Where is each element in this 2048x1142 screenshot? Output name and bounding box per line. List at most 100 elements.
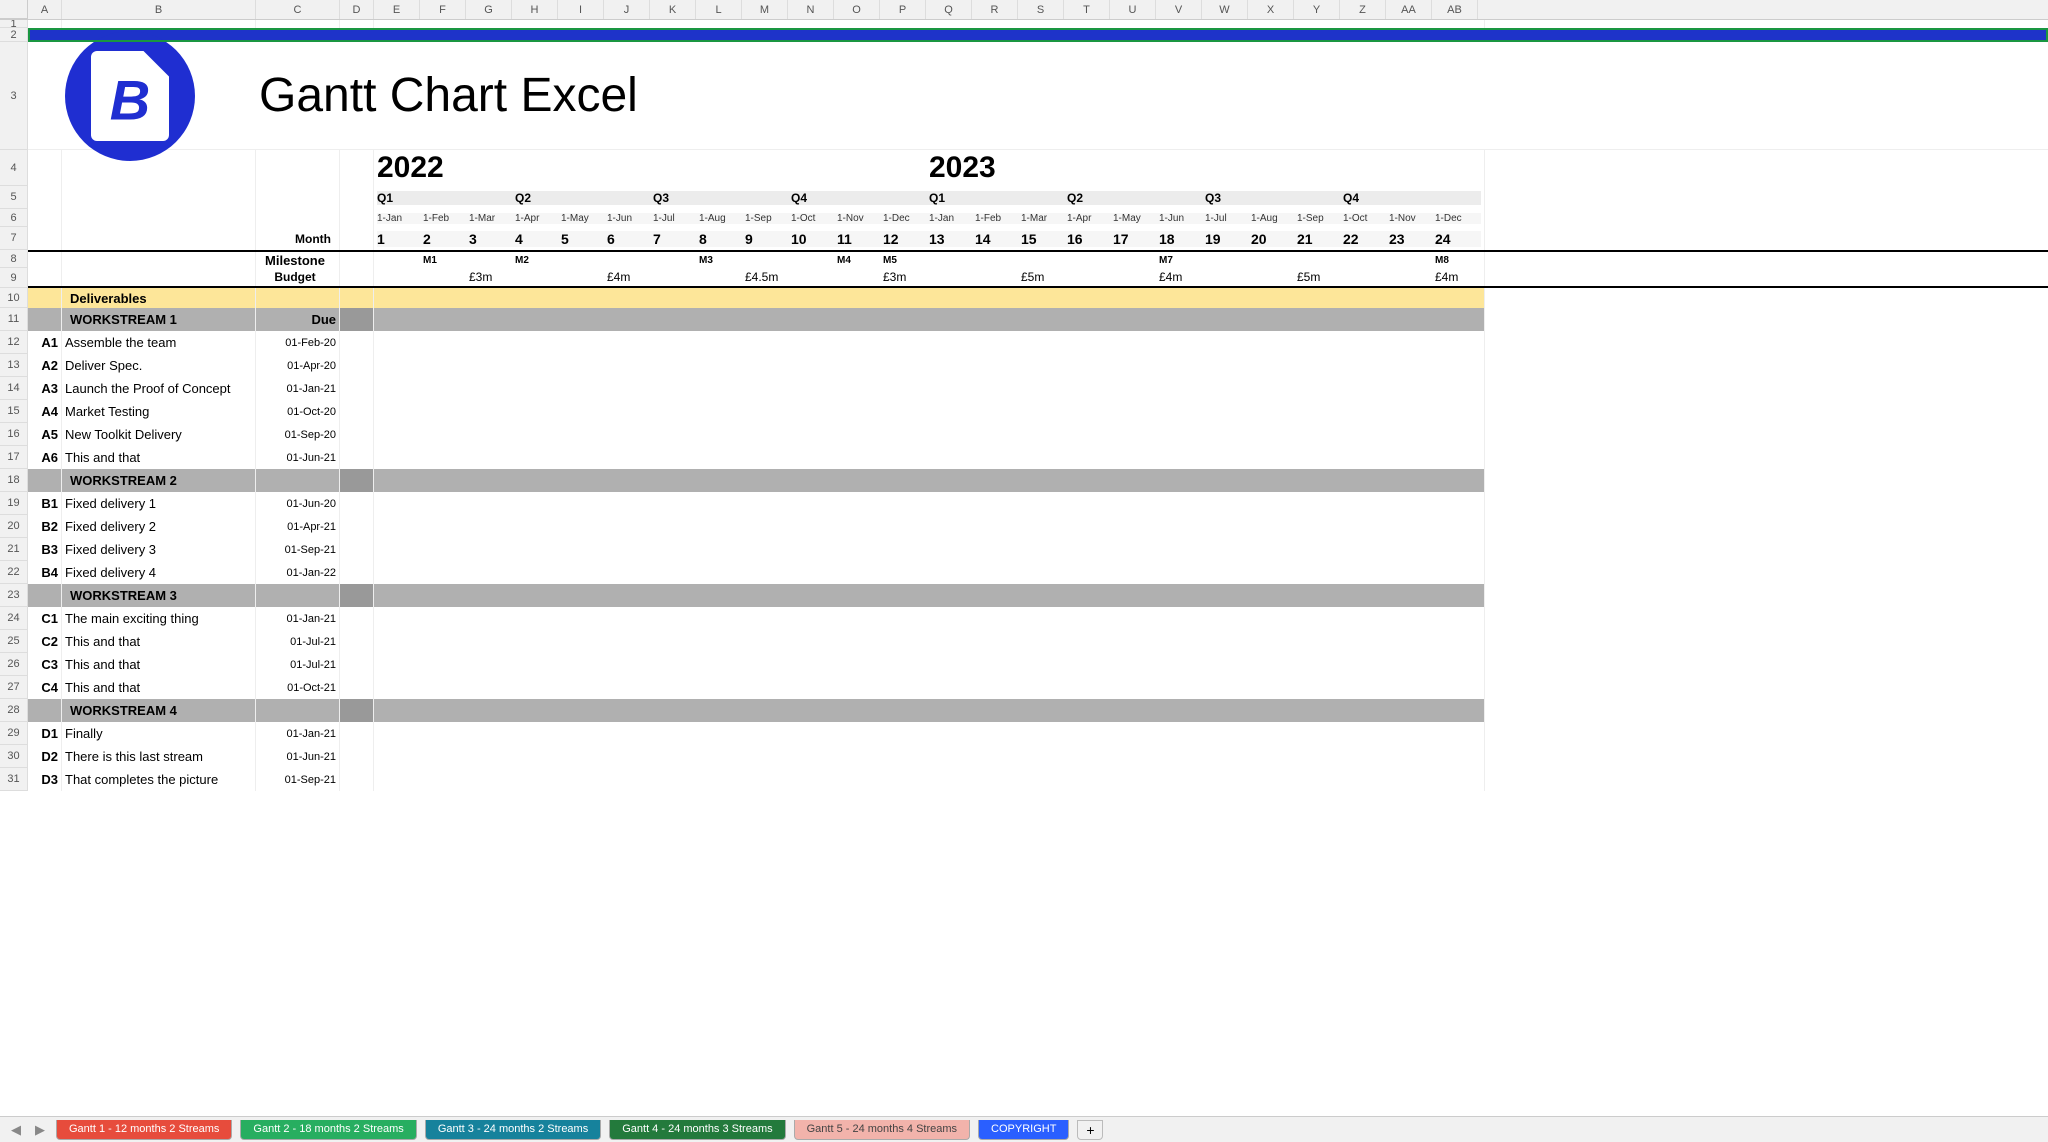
cell[interactable]: 10 bbox=[791, 231, 837, 247]
cell[interactable]: 1-Oct bbox=[791, 213, 837, 224]
cell[interactable]: 1-Mar bbox=[469, 213, 515, 224]
row-header-13[interactable]: 13 bbox=[0, 354, 28, 377]
col-header-a[interactable]: A bbox=[28, 0, 62, 19]
col-header-o[interactable]: O bbox=[834, 0, 880, 19]
cell[interactable]: 19 bbox=[1205, 231, 1251, 247]
cell[interactable]: 1-Aug bbox=[699, 213, 745, 224]
col-header-t[interactable]: T bbox=[1064, 0, 1110, 19]
cell[interactable]: 22 bbox=[1343, 231, 1389, 247]
row-header-20[interactable]: 20 bbox=[0, 515, 28, 538]
col-header-n[interactable]: N bbox=[788, 0, 834, 19]
cell[interactable]: £5m bbox=[1021, 270, 1067, 284]
col-header-m[interactable]: M bbox=[742, 0, 788, 19]
cell[interactable]: 1-Jan bbox=[377, 213, 423, 224]
row-header-17[interactable]: 17 bbox=[0, 446, 28, 469]
cell[interactable]: 1-Sep bbox=[1297, 213, 1343, 224]
task-row[interactable]: A2Deliver Spec.01-Apr-20 bbox=[28, 354, 2048, 377]
task-row[interactable]: D1Finally01-Jan-21 bbox=[28, 722, 2048, 745]
task-row[interactable]: C2This and that01-Jul-21 bbox=[28, 630, 2048, 653]
row-header-18[interactable]: 18 bbox=[0, 469, 28, 492]
cell[interactable]: 1-Jun bbox=[607, 213, 653, 224]
cell[interactable]: 1-Nov bbox=[1389, 213, 1435, 224]
task-row[interactable]: B4Fixed delivery 401-Jan-22 bbox=[28, 561, 2048, 584]
cell[interactable]: M8 bbox=[1435, 255, 1481, 266]
row-header-3[interactable]: 3 bbox=[0, 42, 28, 150]
col-header-b[interactable]: B bbox=[62, 0, 256, 19]
cell[interactable]: 1-May bbox=[561, 213, 607, 224]
row-header-16[interactable]: 16 bbox=[0, 423, 28, 446]
col-header-y[interactable]: Y bbox=[1294, 0, 1340, 19]
row-header-4[interactable]: 4 bbox=[0, 150, 28, 186]
select-all-corner[interactable] bbox=[0, 0, 28, 19]
cell[interactable]: 9 bbox=[745, 231, 791, 247]
cell[interactable]: 1-Feb bbox=[975, 213, 1021, 224]
cell[interactable]: 12 bbox=[883, 231, 929, 247]
sheet-tab[interactable]: Gantt 2 - 18 months 2 Streams bbox=[240, 1120, 416, 1140]
col-header-g[interactable]: G bbox=[466, 0, 512, 19]
row-header-23[interactable]: 23 bbox=[0, 584, 28, 607]
cell[interactable]: 21 bbox=[1297, 231, 1343, 247]
col-header-e[interactable]: E bbox=[374, 0, 420, 19]
cell[interactable]: 1-Jun bbox=[1159, 213, 1205, 224]
cell[interactable]: £4m bbox=[607, 270, 653, 284]
cell[interactable]: £4.5m bbox=[745, 270, 791, 284]
row-header-12[interactable]: 12 bbox=[0, 331, 28, 354]
cell[interactable]: 1 bbox=[377, 231, 423, 247]
row-header-27[interactable]: 27 bbox=[0, 676, 28, 699]
sheet-tab[interactable]: COPYRIGHT bbox=[978, 1120, 1069, 1140]
cell[interactable]: 20 bbox=[1251, 231, 1297, 247]
cell[interactable]: 1-Dec bbox=[1435, 213, 1481, 224]
cell[interactable]: 1-Dec bbox=[883, 213, 929, 224]
row-header-26[interactable]: 26 bbox=[0, 653, 28, 676]
add-sheet-button[interactable]: + bbox=[1077, 1120, 1103, 1140]
task-row[interactable]: B1Fixed delivery 101-Jun-20 bbox=[28, 492, 2048, 515]
col-header-h[interactable]: H bbox=[512, 0, 558, 19]
col-header-u[interactable]: U bbox=[1110, 0, 1156, 19]
cell[interactable]: 4 bbox=[515, 231, 561, 247]
cell[interactable]: 1-Oct bbox=[1343, 213, 1389, 224]
col-header-c[interactable]: C bbox=[256, 0, 340, 19]
task-row[interactable]: A5New Toolkit Delivery01-Sep-20 bbox=[28, 423, 2048, 446]
cell[interactable]: 1-Aug bbox=[1251, 213, 1297, 224]
task-row[interactable]: A3Launch the Proof of Concept01-Jan-21 bbox=[28, 377, 2048, 400]
cell[interactable]: 2 bbox=[423, 231, 469, 247]
cell[interactable]: 23 bbox=[1389, 231, 1435, 247]
row-header-31[interactable]: 31 bbox=[0, 768, 28, 791]
cell[interactable]: £3m bbox=[469, 270, 515, 284]
task-row[interactable]: C4This and that01-Oct-21 bbox=[28, 676, 2048, 699]
task-row[interactable]: D3That completes the picture01-Sep-21 bbox=[28, 768, 2048, 791]
row-header-8[interactable]: 8 bbox=[0, 250, 28, 268]
task-row[interactable]: B2Fixed delivery 201-Apr-21 bbox=[28, 515, 2048, 538]
cell[interactable]: 5 bbox=[561, 231, 607, 247]
row-header-15[interactable]: 15 bbox=[0, 400, 28, 423]
row-header-11[interactable]: 11 bbox=[0, 308, 28, 331]
col-header-s[interactable]: S bbox=[1018, 0, 1064, 19]
cell[interactable]: M7 bbox=[1159, 255, 1205, 266]
col-header-d[interactable]: D bbox=[340, 0, 374, 19]
col-header-r[interactable]: R bbox=[972, 0, 1018, 19]
row-header-19[interactable]: 19 bbox=[0, 492, 28, 515]
row-header-22[interactable]: 22 bbox=[0, 561, 28, 584]
cell[interactable]: £5m bbox=[1297, 270, 1343, 284]
cell[interactable]: 18 bbox=[1159, 231, 1205, 247]
col-header-aa[interactable]: AA bbox=[1386, 0, 1432, 19]
col-header-f[interactable]: F bbox=[420, 0, 466, 19]
cell[interactable]: 1-May bbox=[1113, 213, 1159, 224]
row-header-6[interactable]: 6 bbox=[0, 209, 28, 227]
task-row[interactable]: C3This and that01-Jul-21 bbox=[28, 653, 2048, 676]
cell[interactable]: 14 bbox=[975, 231, 1021, 247]
cell[interactable]: 1-Sep bbox=[745, 213, 791, 224]
cell[interactable]: 1-Jan bbox=[929, 213, 975, 224]
spreadsheet-grid[interactable]: B Gantt Chart Excel 20222023 Q1Q2Q3Q4Q1Q… bbox=[28, 20, 2048, 1142]
sheet-tab[interactable]: Gantt 1 - 12 months 2 Streams bbox=[56, 1120, 232, 1140]
row-header-28[interactable]: 28 bbox=[0, 699, 28, 722]
sheet-tab[interactable]: Gantt 4 - 24 months 3 Streams bbox=[609, 1120, 785, 1140]
cell[interactable]: 1-Jul bbox=[653, 213, 699, 224]
row-header-29[interactable]: 29 bbox=[0, 722, 28, 745]
col-header-z[interactable]: Z bbox=[1340, 0, 1386, 19]
cell[interactable]: 24 bbox=[1435, 231, 1481, 247]
row-header-14[interactable]: 14 bbox=[0, 377, 28, 400]
col-header-q[interactable]: Q bbox=[926, 0, 972, 19]
cell[interactable]: 7 bbox=[653, 231, 699, 247]
cell[interactable]: 11 bbox=[837, 231, 883, 247]
